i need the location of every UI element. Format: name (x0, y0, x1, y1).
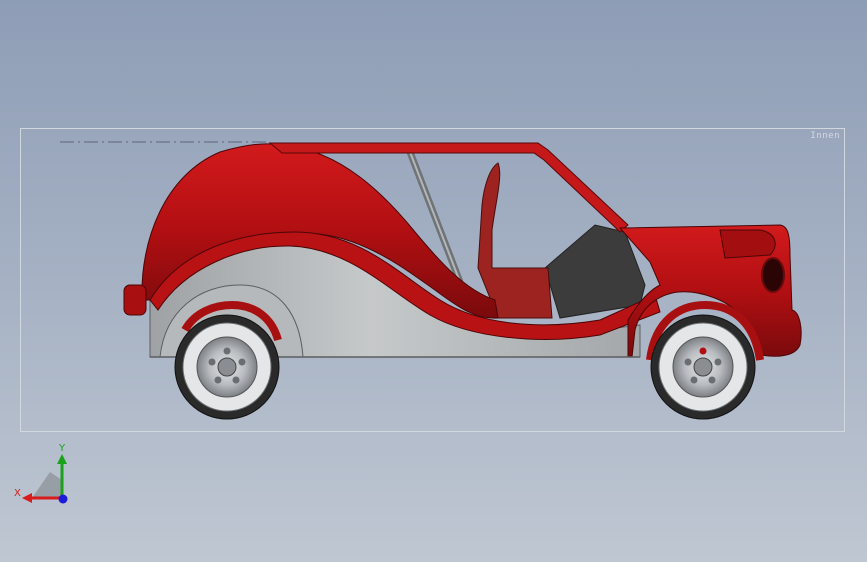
front-grille-scoop (719, 229, 776, 259)
car-model[interactable] (0, 0, 867, 562)
orientation-triad[interactable]: Y X (10, 440, 80, 510)
graphics-viewport[interactable]: Innen Y X (0, 0, 867, 562)
headlight[interactable] (761, 257, 785, 293)
x-axis-label: X (14, 488, 21, 499)
triad-plane (32, 472, 62, 498)
front-wheel[interactable] (650, 314, 756, 420)
rear-wheel[interactable] (174, 314, 280, 420)
seat[interactable] (477, 162, 553, 319)
x-axis-arrow-icon (22, 493, 32, 503)
y-axis-label: Y (58, 443, 66, 454)
z-axis-dot-icon (58, 494, 68, 504)
y-axis-arrow-icon (57, 454, 67, 464)
rear-bumper[interactable] (123, 284, 147, 316)
